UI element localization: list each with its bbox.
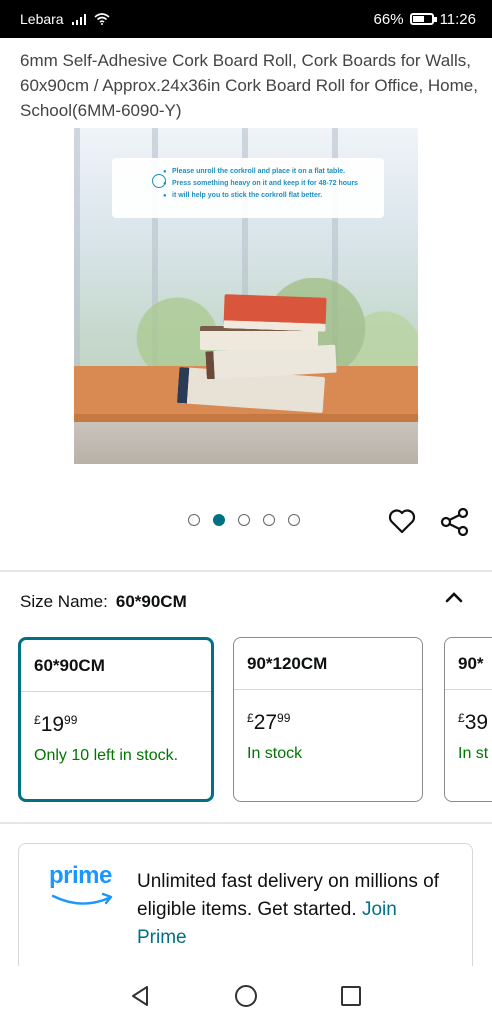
chevron-up-icon[interactable] (444, 590, 464, 604)
section-divider (0, 570, 492, 572)
note-line: it will help you to stick the corkroll f… (163, 190, 374, 202)
signal-icon (71, 13, 86, 25)
size-option-name: 90*120CM (234, 638, 422, 690)
size-selector-label: Size Name: 60*90CM (20, 592, 187, 612)
size-option-60x90[interactable]: 60*90CM £1999 Only 10 left in stock. (18, 637, 214, 802)
heart-icon[interactable] (388, 508, 416, 534)
prime-smile-icon (51, 892, 113, 905)
table-surface (74, 422, 418, 464)
carousel-dot[interactable] (188, 514, 200, 526)
section-divider (0, 822, 492, 824)
prime-promo: prime Unlimited fast delivery on million… (18, 843, 473, 973)
cork-edge (74, 414, 418, 422)
system-nav-bar (0, 966, 492, 1024)
prime-logo: prime (49, 862, 112, 889)
battery-icon (409, 13, 437, 25)
size-option-90x-partial[interactable]: 90* £39 In st (444, 637, 492, 802)
clock: 11:26 (439, 10, 476, 28)
size-option-90x120[interactable]: 90*120CM £2799 In stock (233, 637, 423, 802)
size-option-price: £2799 (247, 711, 291, 734)
recent-apps-icon[interactable] (340, 985, 362, 1007)
carousel-dot[interactable] (288, 514, 300, 526)
carousel-dot[interactable] (213, 514, 225, 526)
status-bar: Lebara 66% 11:26 (0, 0, 492, 38)
note-line: Press something heavy on it and keep it … (163, 178, 374, 190)
product-title: 6mm Self-Adhesive Cork Board Roll, Cork … (20, 51, 478, 120)
image-instruction-note: Please unroll the corkroll and place it … (112, 158, 384, 218)
size-option-stock: Only 10 left in stock. (34, 747, 179, 764)
size-option-stock: In st (458, 745, 489, 762)
carousel-dot[interactable] (263, 514, 275, 526)
book (223, 294, 327, 332)
share-icon[interactable] (440, 508, 470, 536)
product-image[interactable]: Please unroll the corkroll and place it … (74, 128, 418, 464)
home-icon[interactable] (234, 984, 258, 1008)
carousel-dot[interactable] (238, 514, 250, 526)
wifi-icon (94, 13, 110, 25)
back-icon[interactable] (128, 984, 152, 1008)
size-label-text: Size Name: (20, 592, 108, 611)
battery-percent: 66% (373, 10, 404, 28)
image-carousel-dots[interactable] (188, 514, 300, 526)
size-option-stock: In stock (247, 745, 303, 762)
note-line: Please unroll the corkroll and place it … (163, 166, 374, 178)
carrier-name: Lebara (20, 11, 64, 27)
selected-size: 60*90CM (115, 592, 187, 611)
size-option-price: £39 (458, 711, 489, 734)
prime-description: Unlimited fast delivery on millions of e… (137, 868, 447, 952)
size-option-name: 60*90CM (21, 640, 211, 692)
size-option-name: 90* (445, 638, 492, 690)
size-option-price: £1999 (34, 713, 78, 736)
